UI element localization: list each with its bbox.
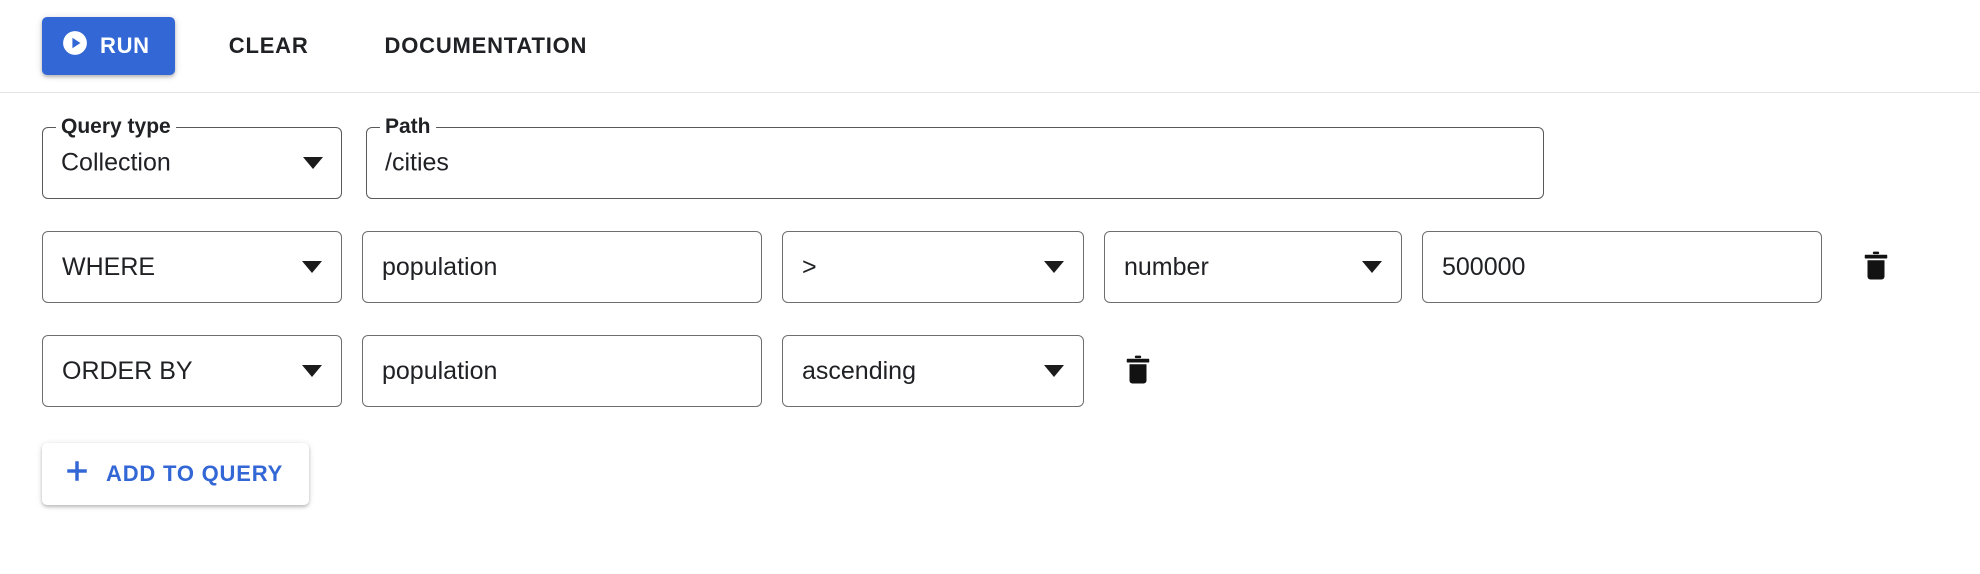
where-value-value: 500000	[1442, 252, 1526, 281]
order-by-clause-row: ORDER BY population ascending	[42, 335, 1980, 407]
order-by-keyword-value: ORDER BY	[62, 356, 193, 385]
order-by-field-value: population	[382, 356, 498, 385]
documentation-button[interactable]: DOCUMENTATION	[385, 33, 588, 59]
where-value-input[interactable]: 500000	[1422, 231, 1822, 303]
order-by-direction-value: ascending	[802, 356, 916, 385]
add-to-query-button[interactable]: ADD TO QUERY	[42, 443, 310, 505]
where-field-input[interactable]: population	[362, 231, 762, 303]
path-value: /cities	[385, 148, 449, 177]
run-button-label: RUN	[100, 33, 150, 58]
where-value-type-select[interactable]: number	[1104, 231, 1402, 303]
run-button[interactable]: RUN	[42, 17, 175, 75]
path-outline	[366, 127, 1544, 199]
play-circle-icon	[62, 30, 88, 62]
order-by-field-input[interactable]: population	[362, 335, 762, 407]
path-label: Path	[380, 116, 436, 137]
query-builder-page: RUN CLEAR DOCUMENTATION Query type Colle…	[0, 0, 1980, 574]
toolbar: RUN CLEAR DOCUMENTATION	[0, 0, 1980, 93]
query-builder: Query type Collection Path /cities WHERE…	[0, 93, 1980, 505]
where-keyword-value: WHERE	[62, 252, 156, 281]
where-keyword-select[interactable]: WHERE	[42, 231, 342, 303]
trash-icon	[1861, 249, 1891, 286]
query-type-value: Collection	[61, 148, 171, 177]
chevron-down-icon	[1044, 261, 1064, 273]
chevron-down-icon	[302, 365, 322, 377]
where-field-value: population	[382, 252, 498, 281]
delete-where-clause-button[interactable]	[1848, 231, 1904, 303]
chevron-down-icon	[303, 157, 323, 169]
chevron-down-icon	[1044, 365, 1064, 377]
where-clause-row: WHERE population > number 500000	[42, 231, 1980, 303]
order-by-direction-select[interactable]: ascending	[782, 335, 1084, 407]
add-to-query-label: ADD TO QUERY	[106, 461, 284, 486]
query-type-select[interactable]: Query type Collection	[42, 116, 342, 199]
query-type-label: Query type	[56, 116, 176, 137]
where-operator-select[interactable]: >	[782, 231, 1084, 303]
clear-button[interactable]: CLEAR	[229, 33, 309, 59]
chevron-down-icon	[302, 261, 322, 273]
order-by-keyword-select[interactable]: ORDER BY	[42, 335, 342, 407]
where-operator-value: >	[802, 252, 817, 281]
trash-icon	[1123, 353, 1153, 390]
where-value-type-value: number	[1124, 252, 1209, 281]
delete-order-by-clause-button[interactable]	[1110, 335, 1166, 407]
query-source-row: Query type Collection Path /cities	[42, 116, 1980, 199]
path-input[interactable]: Path /cities	[366, 116, 1544, 199]
plus-icon	[64, 458, 90, 490]
chevron-down-icon	[1362, 261, 1382, 273]
